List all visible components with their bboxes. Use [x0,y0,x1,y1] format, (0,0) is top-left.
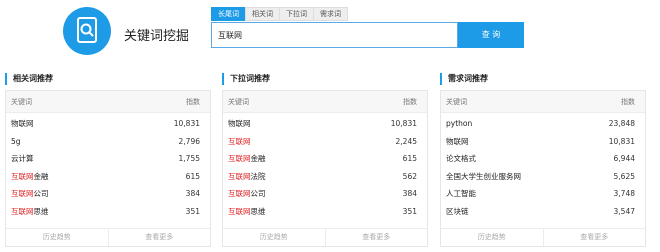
history-trend-button[interactable]: 历史趋势 [6,229,109,246]
keyword-link[interactable]: 互联网金融 [228,153,266,164]
panel-footer: 历史趋势 查看更多 [6,228,210,246]
keyword-link[interactable]: 互联网公司 [11,188,49,199]
tab-dropdown[interactable]: 下拉词 [279,7,313,21]
index-value: 351 [185,206,200,216]
column-header-keyword: 关键词 [228,97,249,106]
history-trend-button[interactable]: 历史趋势 [223,229,326,246]
index-value: 3,748 [613,189,635,199]
panel-table: 关键词 指数 python 23,848 物联网 10,831 论文格式 6,944 … [440,90,646,247]
keyword-link[interactable]: 互联网 [228,136,251,147]
column-header-keyword: 关键词 [446,97,467,106]
keyword-link[interactable]: 5g [11,137,21,146]
table-row[interactable]: 物联网 10,831 [6,115,210,133]
table-row[interactable]: 互联网金融 615 [6,168,210,186]
keyword-link[interactable]: 互联网公司 [228,188,266,199]
table-row[interactable]: 5g 2,796 [6,133,210,151]
index-value: 615 [185,171,200,181]
index-value: 351 [402,206,417,216]
index-value: 562 [402,171,417,181]
index-value: 10,831 [390,119,417,129]
keyword-link[interactable]: 互联网金融 [11,171,49,182]
index-value: 3,547 [613,206,635,216]
table-row[interactable]: 互联网 2,245 [223,133,427,151]
table-row[interactable]: 物联网 10,831 [223,115,427,133]
keyword-link[interactable]: 云计算 [11,153,34,164]
table-row[interactable]: 全国大学生创业服务网 5,625 [441,168,645,186]
table-row[interactable]: 区块链 3,547 [441,203,645,221]
app-title: 关键词挖掘 [124,29,190,44]
keyword-link[interactable]: 互联网思维 [228,206,266,217]
table-row[interactable]: 论文格式 6,944 [441,150,645,168]
panel-footer: 历史趋势 查看更多 [223,228,427,246]
search-type-tabs: 长尾词 相关词 下拉词 需求词 [211,7,348,21]
table-row[interactable]: 互联网思维 351 [6,203,210,221]
keyword-link[interactable]: 区块链 [446,206,469,217]
keyword-link[interactable]: python [446,119,472,128]
panel-title: 下拉词推荐 [222,73,428,85]
keyword-link[interactable]: 人工智能 [446,188,476,199]
index-value: 5,625 [613,171,635,181]
table-row[interactable]: 互联网法院 562 [223,168,427,186]
keyword-link[interactable]: 物联网 [228,118,251,129]
column-header-index: 指数 [186,97,200,106]
panel-footer: 历史趋势 查看更多 [441,228,645,246]
table-row[interactable]: 互联网思维 351 [223,203,427,221]
index-value: 2,796 [178,136,200,146]
document-search-icon [77,17,97,43]
index-value: 10,831 [608,136,635,146]
keyword-link[interactable]: 全国大学生创业服务网 [446,171,521,182]
index-value: 2,245 [395,136,417,146]
panel-table: 关键词 指数 物联网 10,831 5g 2,796 云计算 1,755 互联网金融 6… [5,90,211,247]
tab-long-tail[interactable]: 长尾词 [211,7,245,21]
app-logo [63,7,111,55]
dropdown-words-panel: 下拉词推荐 关键词 指数 物联网 10,831 互联网 2,245 互联网金融 615… [222,73,428,249]
index-value: 1,755 [178,154,200,164]
panel-table: 关键词 指数 物联网 10,831 互联网 2,245 互联网金融 615 互联网法院… [222,90,428,247]
table-row[interactable]: 人工智能 3,748 [441,185,645,203]
search-button[interactable]: 查 询 [458,22,524,48]
column-header-index: 指数 [621,97,635,106]
index-value: 384 [185,189,200,199]
index-value: 23,848 [608,119,635,129]
keyword-link[interactable]: 论文格式 [446,153,476,164]
view-more-button[interactable]: 查看更多 [109,229,211,246]
index-value: 615 [402,154,417,164]
history-trend-button[interactable]: 历史趋势 [441,229,544,246]
table-row[interactable]: 物联网 10,831 [441,133,645,151]
view-more-button[interactable]: 查看更多 [326,229,428,246]
table-row[interactable]: 互联网公司 384 [223,185,427,203]
keyword-link[interactable]: 物联网 [446,136,469,147]
index-value: 10,831 [173,119,200,129]
keyword-link[interactable]: 互联网法院 [228,171,266,182]
panel-title: 相关词推荐 [5,73,211,85]
keyword-link[interactable]: 物联网 [11,118,34,129]
table-header: 关键词 指数 [441,91,645,113]
table-row[interactable]: 互联网公司 384 [6,185,210,203]
tab-related[interactable]: 相关词 [245,7,279,21]
tab-demand[interactable]: 需求词 [313,7,348,21]
panel-title: 需求词推荐 [440,73,646,85]
related-words-panel: 相关词推荐 关键词 指数 物联网 10,831 5g 2,796 云计算 1,755 … [5,73,211,249]
demand-words-panel: 需求词推荐 关键词 指数 python 23,848 物联网 10,831 论文格式… [440,73,646,249]
keyword-link[interactable]: 互联网思维 [11,206,49,217]
index-value: 384 [402,189,417,199]
column-header-index: 指数 [403,97,417,106]
view-more-button[interactable]: 查看更多 [544,229,646,246]
column-header-keyword: 关键词 [11,97,32,106]
table-header: 关键词 指数 [223,91,427,113]
index-value: 6,944 [613,154,635,164]
table-row[interactable]: python 23,848 [441,115,645,133]
table-row[interactable]: 云计算 1,755 [6,150,210,168]
search-input[interactable] [211,22,458,48]
table-header: 关键词 指数 [6,91,210,113]
table-row[interactable]: 互联网金融 615 [223,150,427,168]
